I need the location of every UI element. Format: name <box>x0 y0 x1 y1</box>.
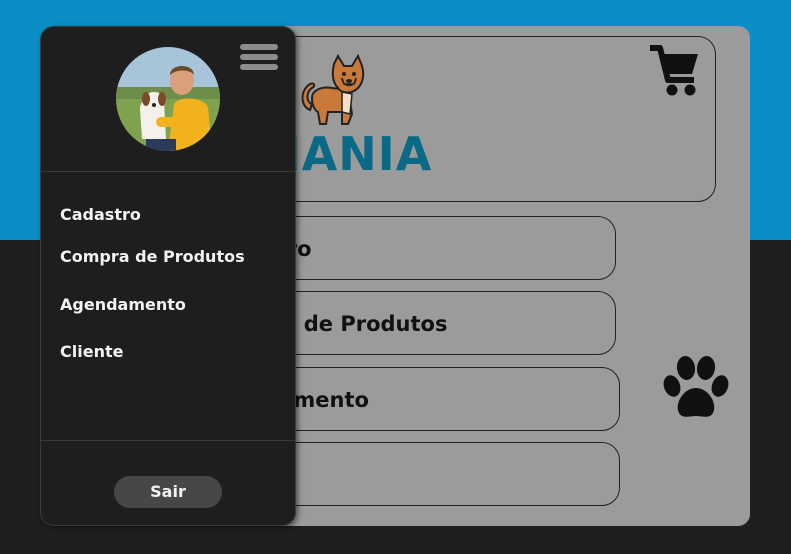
logout-button[interactable]: Sair <box>114 476 222 508</box>
hamburger-line <box>240 54 278 60</box>
hamburger-menu-icon[interactable] <box>240 44 278 74</box>
profile-photo <box>116 47 220 151</box>
hamburger-line <box>240 64 278 70</box>
avatar[interactable] <box>116 47 220 151</box>
sidebar-divider-bottom <box>40 440 296 441</box>
sidebar-divider-top <box>40 171 296 172</box>
shopping-cart-icon[interactable] <box>648 44 700 98</box>
sidebar-item-agendamento[interactable]: Agendamento <box>60 295 186 315</box>
sidebar-item-cadastro[interactable]: Cadastro <box>60 205 141 225</box>
dog-logo-icon <box>301 54 365 125</box>
sidebar-item-cliente[interactable]: Cliente <box>60 342 123 362</box>
hamburger-line <box>240 44 278 50</box>
sidebar-item-compra-de-produtos[interactable]: Compra de Produtos <box>60 247 245 267</box>
paw-icon <box>663 356 729 417</box>
